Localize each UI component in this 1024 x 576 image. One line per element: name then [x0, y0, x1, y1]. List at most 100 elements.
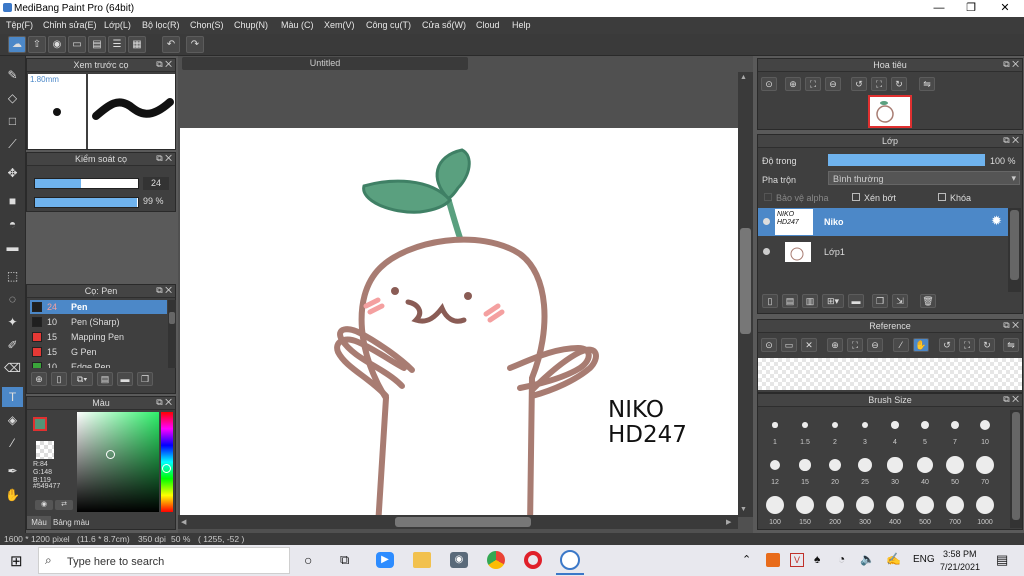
menu-cloud[interactable]: Cloud	[476, 20, 500, 30]
brush-size-option[interactable]: 5	[910, 410, 940, 448]
blend-mode-select[interactable]: Bình thường ▾	[828, 171, 1020, 185]
reference-rotate-left-icon[interactable]: ↺	[939, 338, 955, 352]
document-tab[interactable]: Untitled	[182, 57, 468, 70]
reference-fit-icon[interactable]: ⛶	[847, 338, 863, 352]
reference-cloud-icon[interactable]: ⊙	[761, 338, 777, 352]
redo-icon[interactable]: ↷	[186, 36, 204, 53]
layer-opacity-slider[interactable]	[828, 154, 985, 166]
layer-folder-icon[interactable]: ▬	[848, 294, 864, 308]
brush-size-option[interactable]: 1.5	[790, 410, 820, 448]
fit-icon[interactable]: ⛶	[805, 77, 821, 91]
chrome-icon[interactable]	[487, 551, 505, 569]
navigator-thumbnail[interactable]	[868, 95, 912, 128]
menu-tools[interactable]: Công cụ(T)	[366, 20, 411, 30]
brush-item[interactable]: 10 Edge Pen	[30, 360, 167, 368]
brush-item[interactable]: 15 Mapping Pen	[30, 330, 167, 344]
zoom-reset-icon[interactable]: ⊙	[761, 77, 777, 91]
magic-wand-icon[interactable]: ✦	[2, 312, 23, 332]
zoom-out-icon[interactable]: ⊖	[825, 77, 841, 91]
rotate-right-icon[interactable]: ↻	[891, 77, 907, 91]
brush-size-option[interactable]: 400	[880, 490, 910, 528]
protect-alpha-checkbox[interactable]	[764, 193, 772, 201]
add-brush-icon[interactable]: ⊕	[31, 372, 47, 386]
move-tool-icon[interactable]: ✥	[2, 163, 23, 183]
volume-icon[interactable]: 🔈	[860, 552, 875, 566]
layer-item-niko[interactable]: NIKO HD247 Niko ✹	[758, 208, 1008, 236]
menu-file[interactable]: Tệp(F)	[6, 20, 33, 30]
brush-copy-icon[interactable]: ❐	[137, 372, 153, 386]
color-eye-icon[interactable]: ◉	[35, 500, 53, 510]
panel-close-icon[interactable]: ⧉ ✕	[156, 59, 172, 70]
menu-help[interactable]: Help	[512, 20, 531, 30]
comment-icon[interactable]: ▭	[68, 36, 86, 53]
flip-icon[interactable]: ⇋	[919, 77, 935, 91]
brush-folder-icon[interactable]: ▬	[117, 372, 133, 386]
menu-filter[interactable]: Bộ lọc(R)	[142, 20, 180, 30]
minimize-button[interactable]: —	[924, 0, 954, 17]
hue-cursor[interactable]	[162, 464, 171, 473]
new-brush-icon[interactable]: ▯	[51, 372, 67, 386]
lock-checkbox[interactable]	[938, 193, 946, 201]
brush-size-slider[interactable]	[34, 178, 139, 189]
lasso-tool-icon[interactable]: ◌	[2, 289, 23, 309]
eyedropper-tool-icon[interactable]: ⁄	[2, 433, 23, 453]
layer-list-scrollbar[interactable]	[1008, 208, 1021, 292]
foreground-color-swatch[interactable]	[33, 417, 47, 431]
color-picker-cursor[interactable]	[106, 450, 115, 459]
rotate-fit-icon[interactable]: ⛶	[871, 77, 887, 91]
brush-size-option[interactable]: 2	[820, 410, 850, 448]
color-saturation-picker[interactable]	[77, 412, 159, 512]
reference-hand-icon[interactable]: ✋	[913, 338, 929, 352]
task-view-icon[interactable]: ⧉	[340, 552, 349, 568]
clock-time[interactable]: 3:58 PM	[943, 549, 977, 559]
gear-icon[interactable]: ✹	[991, 213, 1002, 229]
panel-close-icon[interactable]: ⧉ ✕	[1003, 59, 1019, 70]
clipping-checkbox[interactable]	[852, 193, 860, 201]
select-tool-icon[interactable]: ⬚	[2, 266, 23, 286]
chat-icon[interactable]: ◉	[48, 36, 66, 53]
brush-size-option[interactable]: 1000	[970, 490, 1000, 528]
panel-close-icon[interactable]: ⧉ ✕	[156, 397, 172, 408]
pen-workspace-icon[interactable]: ✍	[886, 552, 901, 566]
horizontal-scroll-thumb[interactable]	[395, 517, 531, 527]
reference-zoom-in-icon[interactable]: ⊕	[827, 338, 843, 352]
brush-size-option[interactable]: 150	[790, 490, 820, 528]
brush-size-option[interactable]: 1	[760, 410, 790, 448]
reference-rotate-right-icon[interactable]: ↻	[979, 338, 995, 352]
divide-tool-icon[interactable]: ◈	[2, 410, 23, 430]
tray-gamepad-icon[interactable]: ♠	[814, 552, 820, 566]
brush-size-option[interactable]: 15	[790, 450, 820, 488]
brush-opacity-slider[interactable]	[34, 197, 139, 208]
brush-settings-icon[interactable]: ▤	[97, 372, 113, 386]
merge-layer-icon[interactable]: ⇲	[892, 294, 908, 308]
new-layer-icon[interactable]: ▯	[762, 294, 778, 308]
select-pen-icon[interactable]: ✐	[2, 335, 23, 355]
menu-edit[interactable]: Chỉnh sửa(E)	[43, 20, 97, 30]
menu-color[interactable]: Màu (C)	[281, 20, 314, 30]
cortana-icon[interactable]: ○	[304, 552, 312, 568]
rotate-left-icon[interactable]: ↺	[851, 77, 867, 91]
color-swap-icon[interactable]: ⇄	[55, 500, 73, 510]
zoom-in-icon[interactable]: ⊕	[785, 77, 801, 91]
brush-size-option[interactable]: 500	[910, 490, 940, 528]
taskbar-search-box[interactable]: ⌕ Type here to search	[38, 547, 290, 574]
duplicate-layer-icon[interactable]: ❐	[872, 294, 888, 308]
new-halftone-layer-icon[interactable]: ▤	[782, 294, 798, 308]
eraser-tool-icon[interactable]: ◇	[2, 88, 23, 108]
menu-select[interactable]: Chọn(S)	[190, 20, 224, 30]
dot-tool-icon[interactable]: □	[2, 111, 23, 131]
brush-size-value[interactable]: 24	[143, 177, 169, 190]
fill-tool-icon[interactable]: ◓	[2, 214, 23, 234]
hue-slider[interactable]	[161, 412, 173, 512]
panel-close-icon[interactable]: ⧉ ✕	[156, 285, 172, 296]
windows-start-icon[interactable]: ⊞	[10, 552, 23, 570]
brush-size-option[interactable]: 3	[850, 410, 880, 448]
brush-size-option[interactable]: 12	[760, 450, 790, 488]
canvas-vertical-scrollbar[interactable]: ▲ ▼	[738, 72, 753, 517]
brush-item[interactable]: 10 Pen (Sharp)	[30, 315, 167, 329]
brush-size-option[interactable]: 300	[850, 490, 880, 528]
canvas-horizontal-scrollbar[interactable]: ◀ ▶	[178, 515, 738, 529]
select-eraser-icon[interactable]: ⌫	[2, 358, 23, 378]
clock-date[interactable]: 7/21/2021	[940, 562, 980, 572]
camera-app-icon[interactable]: ◉	[450, 552, 468, 568]
